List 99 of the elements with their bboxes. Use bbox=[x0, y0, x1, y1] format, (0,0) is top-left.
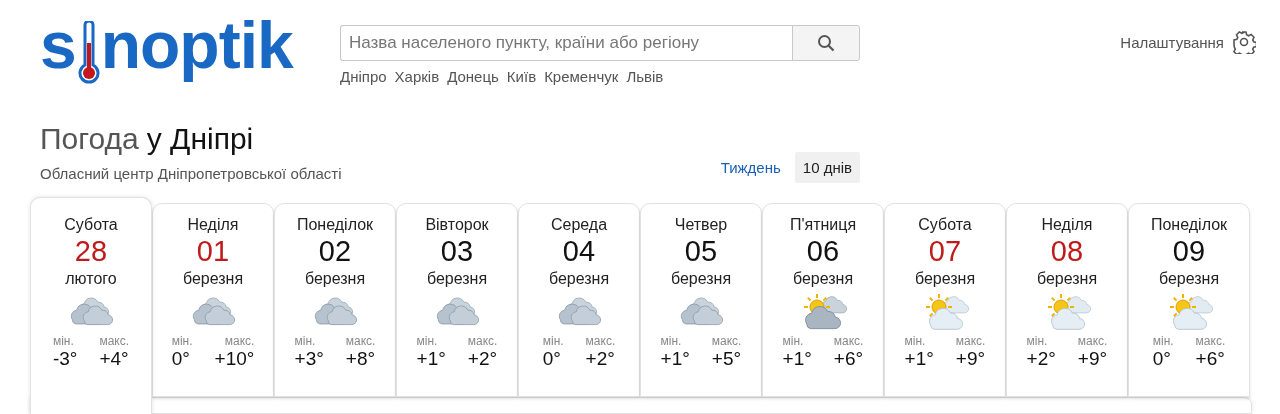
min-temperature: +2° bbox=[1026, 348, 1056, 370]
max-label: макс. bbox=[223, 334, 255, 348]
min-temperature: 0° bbox=[1152, 348, 1172, 370]
month-label: березня bbox=[670, 270, 732, 288]
min-temperature: +1° bbox=[782, 348, 812, 370]
period-tab[interactable]: 10 днів bbox=[794, 152, 860, 183]
search-field[interactable]: Назва населеного пункту, країни або регіону bbox=[340, 25, 792, 61]
min-label: мін. bbox=[171, 334, 193, 348]
city-link[interactable]: Львів bbox=[626, 68, 664, 85]
max-temperature: +9° bbox=[955, 348, 986, 370]
min-label: мін. bbox=[1026, 334, 1049, 348]
day-tab[interactable]: Вівторок 03 березня мін. макс. +1° +2° bbox=[396, 203, 518, 397]
day-tab[interactable]: Неділя 01 березня мін. макс. 0° +10° bbox=[152, 203, 274, 397]
day-tab[interactable]: Субота 28 лютого мін. макс. -3° +4° bbox=[30, 197, 152, 414]
max-label: макс. bbox=[467, 334, 498, 348]
max-label: макс. bbox=[955, 334, 986, 348]
logo-text: s bbox=[40, 7, 76, 84]
city-link[interactable]: Харків bbox=[394, 68, 440, 85]
day-tab[interactable]: Четвер 05 березня мін. макс. +1° +5° bbox=[640, 203, 762, 397]
month-label: березня bbox=[792, 270, 854, 288]
city-link[interactable]: Кременчук bbox=[544, 68, 619, 85]
city-link[interactable]: Київ bbox=[506, 68, 537, 85]
day-tab[interactable]: П'ятниця 06 березня мін. макс. +1° +6° bbox=[762, 203, 884, 397]
settings-icon[interactable] bbox=[1232, 30, 1256, 54]
weekday-label: Неділя bbox=[187, 216, 239, 234]
max-temperature: +5° bbox=[711, 348, 742, 370]
weekday-label: Неділя bbox=[1041, 216, 1093, 234]
month-label: березня bbox=[914, 270, 976, 288]
min-temperature: -3° bbox=[52, 348, 78, 370]
search-icon bbox=[817, 34, 835, 52]
day-tab[interactable]: Субота 07 березня мін. макс. +1° +9° bbox=[884, 203, 1006, 397]
day-tab[interactable]: Середа 04 березня мін. макс. 0° +2° bbox=[518, 203, 640, 397]
weekday-label: Субота bbox=[64, 216, 118, 234]
max-temperature: +8° bbox=[345, 348, 376, 370]
weekday-label: Середа bbox=[550, 216, 608, 234]
min-label: мін. bbox=[294, 334, 317, 348]
month-label: лютого bbox=[65, 270, 117, 288]
date-number: 09 bbox=[1172, 234, 1206, 268]
month-label: березня bbox=[548, 270, 610, 288]
min-label: мін. bbox=[904, 334, 927, 348]
search-button[interactable] bbox=[792, 25, 860, 61]
max-label: макс. bbox=[1195, 334, 1226, 348]
day-tab[interactable]: Понеділок 02 березня мін. макс. +3° +8° bbox=[274, 203, 396, 397]
city-link[interactable]: Дніпро bbox=[340, 68, 387, 85]
day-tab[interactable]: Понеділок 09 березня мін. макс. 0° +6° bbox=[1128, 203, 1250, 397]
max-label: макс. bbox=[711, 334, 742, 348]
city-title: у Дніпрі bbox=[146, 121, 254, 157]
date-number: 01 bbox=[196, 234, 230, 268]
min-temperature: 0° bbox=[171, 348, 191, 370]
min-label: мін. bbox=[542, 334, 564, 348]
min-label: мін. bbox=[52, 334, 75, 348]
max-temperature: +6° bbox=[1195, 348, 1226, 370]
month-label: березня bbox=[182, 270, 244, 288]
max-temperature: +2° bbox=[467, 348, 498, 370]
max-temperature: +10° bbox=[214, 348, 255, 370]
date-number: 03 bbox=[440, 234, 474, 268]
min-temperature: +1° bbox=[660, 348, 690, 370]
max-label: макс. bbox=[99, 334, 130, 348]
min-temperature: +3° bbox=[294, 348, 324, 370]
max-temperature: +9° bbox=[1077, 348, 1108, 370]
weekday-label: Понеділок bbox=[296, 216, 374, 234]
month-label: березня bbox=[304, 270, 366, 288]
date-number: 07 bbox=[928, 234, 962, 268]
thermometer-icon bbox=[77, 21, 100, 86]
min-label: мін. bbox=[782, 334, 805, 348]
settings-link[interactable]: Налаштування bbox=[1120, 33, 1224, 51]
min-label: мін. bbox=[660, 334, 683, 348]
min-label: мін. bbox=[416, 334, 439, 348]
page-title: Погода bbox=[40, 121, 139, 157]
logo-text: noptik bbox=[100, 7, 293, 84]
weekday-label: Вівторок bbox=[425, 216, 489, 234]
max-temperature: +2° bbox=[585, 348, 616, 370]
min-label: мін. bbox=[1152, 334, 1174, 348]
max-label: макс. bbox=[585, 334, 616, 348]
max-label: макс. bbox=[345, 334, 376, 348]
min-temperature: +1° bbox=[904, 348, 934, 370]
date-number: 28 bbox=[74, 234, 108, 268]
month-label: березня bbox=[426, 270, 488, 288]
date-number: 05 bbox=[684, 234, 718, 268]
city-link[interactable]: Донець bbox=[447, 68, 499, 85]
date-number: 04 bbox=[562, 234, 596, 268]
weekday-label: Четвер bbox=[674, 216, 728, 234]
weekday-label: П'ятниця bbox=[789, 216, 857, 234]
period-tab[interactable]: Тиждень bbox=[712, 152, 789, 183]
max-temperature: +4° bbox=[99, 348, 130, 370]
min-temperature: +1° bbox=[416, 348, 446, 370]
day-tab[interactable]: Неділя 08 березня мін. макс. +2° +9° bbox=[1006, 203, 1128, 397]
weekday-label: Субота bbox=[918, 216, 972, 234]
weekday-label: Понеділок bbox=[1150, 216, 1228, 234]
date-number: 02 bbox=[318, 234, 352, 268]
max-label: макс. bbox=[833, 334, 864, 348]
month-label: березня bbox=[1158, 270, 1220, 288]
date-number: 06 bbox=[806, 234, 840, 268]
city-subtitle: Обласний центр Дніпропетровської області bbox=[40, 165, 343, 182]
max-label: макс. bbox=[1077, 334, 1108, 348]
date-number: 08 bbox=[1050, 234, 1084, 268]
min-temperature: 0° bbox=[542, 348, 562, 370]
max-temperature: +6° bbox=[833, 348, 864, 370]
month-label: березня bbox=[1036, 270, 1098, 288]
